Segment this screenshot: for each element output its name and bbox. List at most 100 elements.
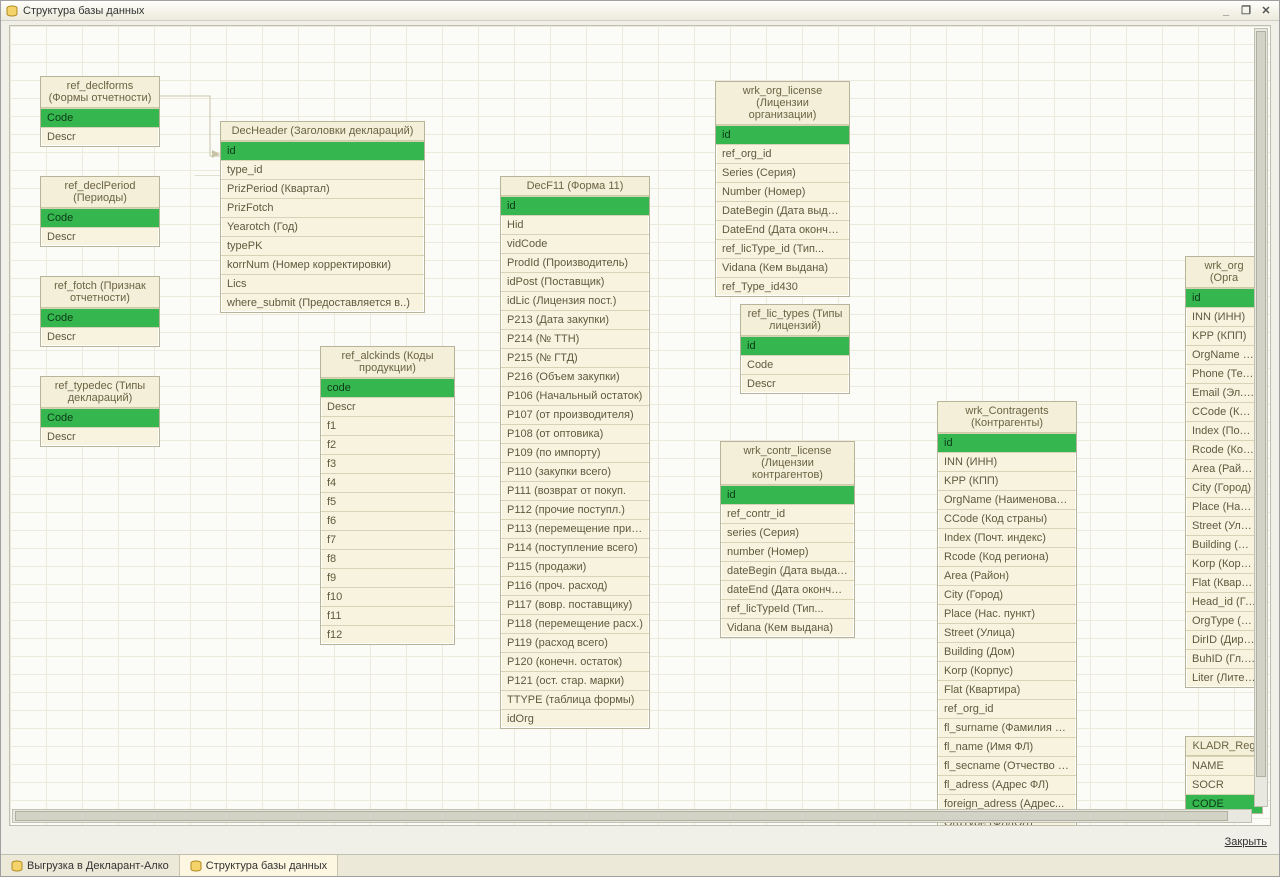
table-column: f2 bbox=[321, 435, 454, 454]
table-header: wrk_org (Орга bbox=[1186, 257, 1262, 288]
table-column: ref_contr_id bbox=[721, 504, 854, 523]
table-column: id bbox=[501, 196, 649, 215]
table-column: KPP (КПП) bbox=[938, 471, 1076, 490]
table-column: CCode (Код страны) bbox=[938, 509, 1076, 528]
table-column: DirID (Директор bbox=[1186, 630, 1262, 649]
table-column: Email (Эл. почта bbox=[1186, 383, 1262, 402]
table-column: dateEnd (Дата окончания) bbox=[721, 580, 854, 599]
scrollbar-thumb[interactable] bbox=[1256, 31, 1266, 777]
table-KLADR[interactable]: KLADR_RegNAMESOCRCODE bbox=[1185, 736, 1263, 814]
table-column: P215 (№ ГТД) bbox=[501, 348, 649, 367]
table-ref_lic_types[interactable]: ref_lic_types (Типы лицензий)idCodeDescr bbox=[740, 304, 850, 394]
table-column: P109 (по импорту) bbox=[501, 443, 649, 462]
table-column: Building (Дом) bbox=[1186, 535, 1262, 554]
table-column: type_id bbox=[221, 160, 424, 179]
table-wrk_Contragents[interactable]: wrk_Contragents (Контрагенты)idINN (ИНН)… bbox=[937, 401, 1077, 826]
table-column: dateBegin (Дата выдачи) bbox=[721, 561, 854, 580]
table-column: korrNum (Номер корректировки) bbox=[221, 255, 424, 274]
table-column: Number (Номер) bbox=[716, 182, 849, 201]
table-column: Korp (Корпус) bbox=[1186, 554, 1262, 573]
taskbar-tab-export[interactable]: Выгрузка в Декларант-Алко bbox=[1, 855, 180, 876]
table-column: f6 bbox=[321, 511, 454, 530]
table-column: id bbox=[938, 433, 1076, 452]
table-column: idLic (Лицензия пост.) bbox=[501, 291, 649, 310]
table-column: P119 (расход всего) bbox=[501, 633, 649, 652]
table-column: DateBegin (Дата выдачи) bbox=[716, 201, 849, 220]
scrollbar-thumb[interactable] bbox=[15, 811, 1228, 821]
table-header: ref_typedec (Типы деклараций) bbox=[41, 377, 159, 408]
table-ref_alckinds[interactable]: ref_alckinds (Коды продукции)codeDescrf1… bbox=[320, 346, 455, 645]
table-column: f3 bbox=[321, 454, 454, 473]
table-column: f10 bbox=[321, 587, 454, 606]
table-column: ref_Type_id430 bbox=[716, 277, 849, 296]
table-DecF11[interactable]: DecF11 (Форма 11)idHidvidCodeProdId (Про… bbox=[500, 176, 650, 729]
table-column: f1 bbox=[321, 416, 454, 435]
close-link[interactable]: Закрыть bbox=[1225, 836, 1267, 848]
title-bar: Структура базы данных _ ❐ ✕ bbox=[1, 1, 1279, 21]
table-wrk_org_license[interactable]: wrk_org_license (Лицензии организации)id… bbox=[715, 81, 850, 297]
table-header: ref_fotch (Признак отчетности) bbox=[41, 277, 159, 308]
minimize-button[interactable]: _ bbox=[1217, 3, 1235, 19]
table-column: P214 (№ ТТН) bbox=[501, 329, 649, 348]
table-column: Area (Район) bbox=[938, 566, 1076, 585]
table-header: ref_alckinds (Коды продукции) bbox=[321, 347, 454, 378]
table-column: P115 (продажи) bbox=[501, 557, 649, 576]
table-column: fl_adress (Адрес ФЛ) bbox=[938, 775, 1076, 794]
table-ref_typedec[interactable]: ref_typedec (Типы деклараций)CodeDescr bbox=[40, 376, 160, 447]
table-wrk_contr_license[interactable]: wrk_contr_license (Лицензии контрагентов… bbox=[720, 441, 855, 638]
table-column: Hid bbox=[501, 215, 649, 234]
db-icon bbox=[11, 860, 23, 872]
close-button[interactable]: ✕ bbox=[1257, 3, 1275, 19]
diagram-canvas[interactable]: ref_declforms (Формы отчетности)CodeDesc… bbox=[9, 25, 1271, 826]
table-column: typePK bbox=[221, 236, 424, 255]
table-column: P120 (конечн. остаток) bbox=[501, 652, 649, 671]
table-column: Index (Почт. ин bbox=[1186, 421, 1262, 440]
app-window: Структура базы данных _ ❐ ✕ bbox=[0, 0, 1280, 877]
table-column: Flat (Квартира) bbox=[1186, 573, 1262, 592]
table-column: Series (Серия) bbox=[716, 163, 849, 182]
table-column: OrgType (Физ./и bbox=[1186, 611, 1262, 630]
table-column: Index (Почт. индекс) bbox=[938, 528, 1076, 547]
horizontal-scrollbar[interactable] bbox=[12, 809, 1252, 823]
window-title: Структура базы данных bbox=[23, 5, 1217, 17]
taskbar-tab-structure[interactable]: Структура базы данных bbox=[180, 855, 338, 876]
table-DecHeader[interactable]: DecHeader (Заголовки деклараций)idtype_i… bbox=[220, 121, 425, 313]
table-column: f8 bbox=[321, 549, 454, 568]
table-header: KLADR_Reg bbox=[1186, 737, 1262, 756]
table-column: f11 bbox=[321, 606, 454, 625]
table-ref_declforms[interactable]: ref_declforms (Формы отчетности)CodeDesc… bbox=[40, 76, 160, 147]
table-column: OrgName (Наименование) bbox=[938, 490, 1076, 509]
table-column: P216 (Объем закупки) bbox=[501, 367, 649, 386]
table-column: Descr bbox=[41, 427, 159, 446]
table-column: P118 (перемещение расх.) bbox=[501, 614, 649, 633]
table-column: Head_id (Голов bbox=[1186, 592, 1262, 611]
table-column: Descr bbox=[321, 397, 454, 416]
restore-button[interactable]: ❐ bbox=[1237, 3, 1255, 19]
table-column: P116 (проч. расход) bbox=[501, 576, 649, 595]
table-ref_declPeriod[interactable]: ref_declPeriod (Периоды)CodeDescr bbox=[40, 176, 160, 247]
table-column: Vidana (Кем выдана) bbox=[716, 258, 849, 277]
tab-label: Структура базы данных bbox=[206, 860, 327, 872]
table-column: f9 bbox=[321, 568, 454, 587]
table-column: P107 (от производителя) bbox=[501, 405, 649, 424]
table-column: SOCR bbox=[1186, 775, 1262, 794]
table-column: Code bbox=[41, 408, 159, 427]
table-column: fl_secname (Отчество ФЛ) bbox=[938, 756, 1076, 775]
db-icon bbox=[190, 860, 202, 872]
table-column: ref_licTypeId (Тип... bbox=[721, 599, 854, 618]
table-column: PrizPeriod (Квартал) bbox=[221, 179, 424, 198]
vertical-scrollbar[interactable] bbox=[1254, 28, 1268, 807]
table-column: ref_org_id bbox=[938, 699, 1076, 718]
table-column: P111 (возврат от покуп. bbox=[501, 481, 649, 500]
table-column: P117 (вовр. поставщику) bbox=[501, 595, 649, 614]
table-column: ref_org_id bbox=[716, 144, 849, 163]
table-column: where_submit (Предоставляется в..) bbox=[221, 293, 424, 312]
table-wrk_org[interactable]: wrk_org (ОргаidINN (ИНН)KPP (КПП)OrgName… bbox=[1185, 256, 1263, 688]
table-ref_fotch[interactable]: ref_fotch (Признак отчетности)CodeDescr bbox=[40, 276, 160, 347]
table-column: id bbox=[1186, 288, 1262, 307]
table-header: wrk_org_license (Лицензии организации) bbox=[716, 82, 849, 125]
table-column: f4 bbox=[321, 473, 454, 492]
table-column: Area (Район) bbox=[1186, 459, 1262, 478]
table-column: Flat (Квартира) bbox=[938, 680, 1076, 699]
table-column: Descr bbox=[741, 374, 849, 393]
